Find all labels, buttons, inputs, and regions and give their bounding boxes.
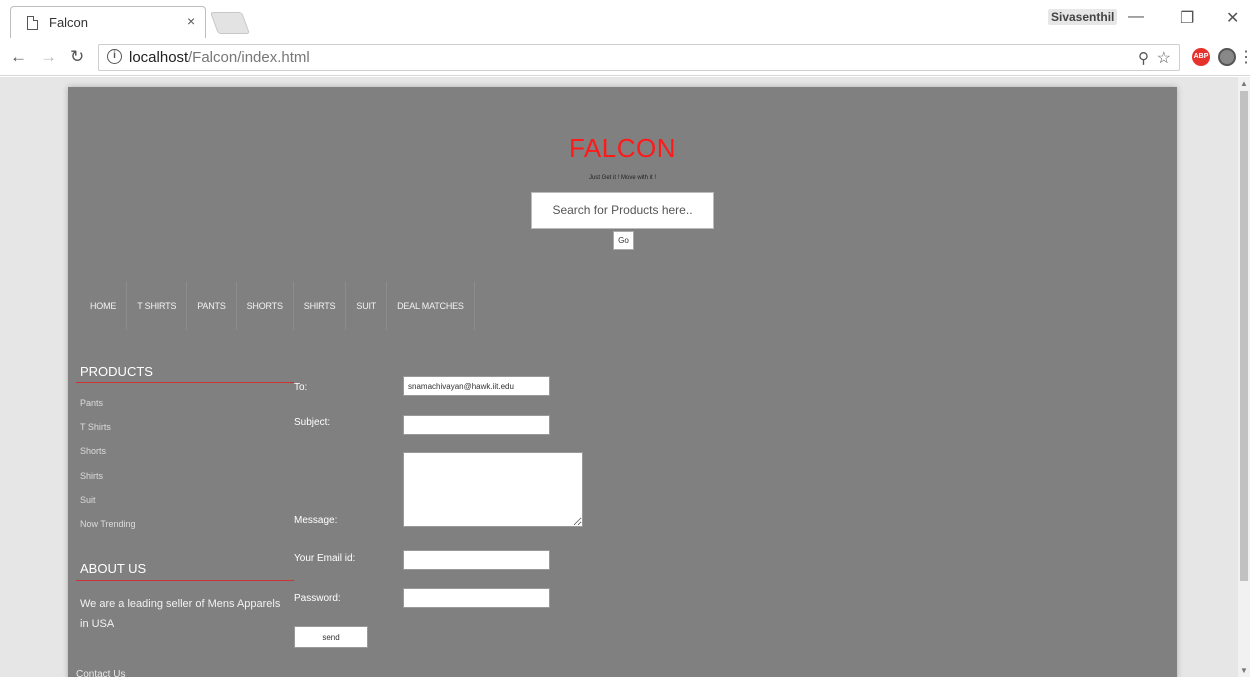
products-heading: PRODUCTS: [80, 364, 153, 379]
back-icon[interactable]: ←: [10, 47, 27, 67]
contact-heading: Contact Us: [76, 669, 126, 677]
password-field[interactable]: [403, 588, 550, 608]
sidebar-link-shorts[interactable]: Shorts: [80, 446, 106, 456]
new-tab-button[interactable]: [209, 12, 251, 34]
adblock-icon[interactable]: ABP: [1192, 48, 1210, 66]
password-label: Password:: [294, 593, 341, 604]
nav-item-pants[interactable]: PANTS: [187, 282, 237, 330]
scroll-down-icon[interactable]: ▼: [1240, 666, 1248, 675]
nav-item-home[interactable]: HOME: [80, 282, 128, 330]
bookmark-star-icon[interactable]: ☆: [1157, 48, 1171, 68]
info-icon[interactable]: i: [107, 49, 122, 64]
tab-bar: Falcon × Sivasenthil — ❐ ✕: [0, 0, 1250, 38]
page-viewport: FALCON Just Get it ! Move with it ! Sear…: [0, 77, 1238, 677]
url-host: localhost: [129, 49, 189, 66]
tab-title: Falcon: [49, 15, 89, 30]
minimize-icon[interactable]: —: [1128, 8, 1144, 26]
site-container: FALCON Just Get it ! Move with it ! Sear…: [68, 87, 1177, 677]
close-window-icon[interactable]: ✕: [1226, 8, 1239, 28]
nav-item-tshirts[interactable]: T SHIRTS: [127, 282, 188, 330]
to-label: To:: [294, 382, 308, 393]
to-field[interactable]: [403, 376, 550, 396]
sidebar-link-suit[interactable]: Suit: [80, 495, 96, 505]
products-divider: [76, 382, 294, 383]
sidebar-link-shirts[interactable]: Shirts: [80, 471, 103, 481]
address-bar[interactable]: i localhost /Falcon/index.html ⚲ ☆: [98, 44, 1180, 71]
message-field[interactable]: [403, 452, 583, 527]
menu-icon[interactable]: ⋮: [1238, 47, 1250, 67]
site-logo: FALCON: [568, 133, 677, 163]
about-heading: ABOUT US: [80, 561, 147, 576]
message-label: Message:: [294, 515, 338, 526]
page-scrollbar[interactable]: ▲ ▼: [1238, 77, 1250, 677]
restore-icon[interactable]: ❐: [1180, 8, 1194, 28]
document-icon: [27, 16, 38, 30]
email-label: Your Email id:: [294, 553, 356, 564]
nav-item-shirts[interactable]: SHIRTS: [294, 282, 347, 330]
sidebar-link-now-trending[interactable]: Now Trending: [80, 519, 136, 529]
about-text: We are a leading seller of Mens Apparels…: [80, 598, 281, 630]
main-nav: HOME T SHIRTS PANTS SHORTS SHIRTS SUIT D…: [80, 282, 475, 330]
nav-item-suit[interactable]: SUIT: [346, 282, 388, 330]
about-divider: [76, 580, 294, 581]
search-go-button[interactable]: Go: [613, 231, 634, 250]
tab-close-icon[interactable]: ×: [187, 13, 195, 29]
scroll-up-icon[interactable]: ▲: [1240, 79, 1248, 88]
nav-item-deal-matches[interactable]: DEAL MATCHES: [387, 282, 475, 330]
zoom-icon[interactable]: ⚲: [1138, 49, 1149, 67]
extension-icon[interactable]: [1218, 48, 1236, 66]
subject-field[interactable]: [403, 415, 550, 435]
subject-label: Subject:: [294, 417, 331, 428]
profile-name[interactable]: Sivasenthil: [1048, 9, 1118, 25]
nav-item-shorts[interactable]: SHORTS: [237, 282, 294, 330]
send-button[interactable]: send: [294, 626, 368, 648]
site-tagline: Just Get it ! Move with it !: [588, 175, 657, 181]
product-search-input[interactable]: Search for Products here..: [531, 192, 714, 229]
scrollbar-thumb[interactable]: [1240, 91, 1248, 581]
reload-icon[interactable]: ↻: [70, 47, 84, 67]
browser-toolbar: ← → ↻ i localhost /Falcon/index.html ⚲ ☆: [0, 38, 1250, 76]
email-field[interactable]: [403, 550, 550, 570]
url-path: /Falcon/index.html: [188, 49, 310, 66]
browser-tab[interactable]: Falcon ×: [10, 6, 206, 38]
forward-icon[interactable]: →: [40, 47, 57, 67]
sidebar-link-pants[interactable]: Pants: [80, 398, 103, 408]
sidebar-link-tshirts[interactable]: T Shirts: [80, 422, 111, 432]
